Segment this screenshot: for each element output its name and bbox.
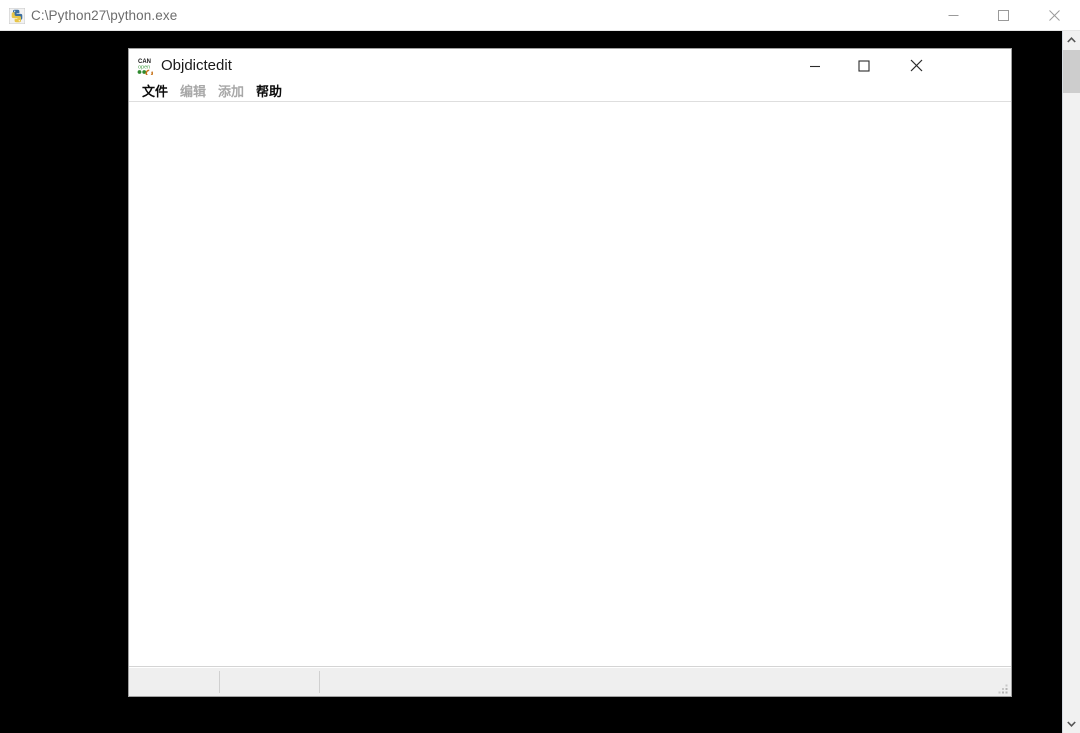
menu-help[interactable]: 帮助 <box>250 82 288 102</box>
minimize-icon <box>948 10 959 21</box>
minimize-icon <box>809 60 821 72</box>
objdictedit-window: CAN open Objdictedit 文件 编 <box>128 48 1012 697</box>
scrollbar-thumb[interactable] <box>1063 50 1080 93</box>
console-titlebar[interactable]: C:\Python27\python.exe <box>0 0 1080 31</box>
console-minimize-button[interactable] <box>930 0 976 30</box>
chevron-up-icon <box>1067 37 1076 43</box>
status-pane-2 <box>219 671 319 693</box>
console-maximize-button[interactable] <box>980 0 1026 30</box>
console-vertical-scrollbar[interactable] <box>1062 31 1080 733</box>
scrollbar-down-button[interactable] <box>1063 715 1080 733</box>
status-pane-1 <box>129 671 219 693</box>
canopen-icon: CAN open <box>136 56 155 75</box>
maximize-icon <box>858 60 870 72</box>
console-close-button[interactable] <box>1031 0 1077 30</box>
menu-add[interactable]: 添加 <box>212 82 250 102</box>
close-icon <box>1049 10 1060 21</box>
menu-file[interactable]: 文件 <box>136 82 174 102</box>
maximize-icon <box>998 10 1009 21</box>
app-statusbar <box>129 668 1011 696</box>
app-maximize-button[interactable] <box>841 49 887 82</box>
chevron-down-icon <box>1067 721 1076 727</box>
resize-grip-icon[interactable] <box>997 682 1009 694</box>
menu-edit[interactable]: 编辑 <box>174 82 212 102</box>
console-title: C:\Python27\python.exe <box>31 0 177 31</box>
app-minimize-button[interactable] <box>792 49 838 82</box>
app-titlebar[interactable]: CAN open Objdictedit <box>129 49 1011 82</box>
python-icon <box>9 8 25 24</box>
scrollbar-up-button[interactable] <box>1063 31 1080 49</box>
app-menubar: 文件 编辑 添加 帮助 <box>129 82 1011 102</box>
close-icon <box>910 59 923 72</box>
app-close-button[interactable] <box>893 49 939 82</box>
status-pane-3 <box>319 671 1011 693</box>
app-content-area[interactable] <box>129 103 1011 667</box>
app-title: Objdictedit <box>161 49 232 82</box>
